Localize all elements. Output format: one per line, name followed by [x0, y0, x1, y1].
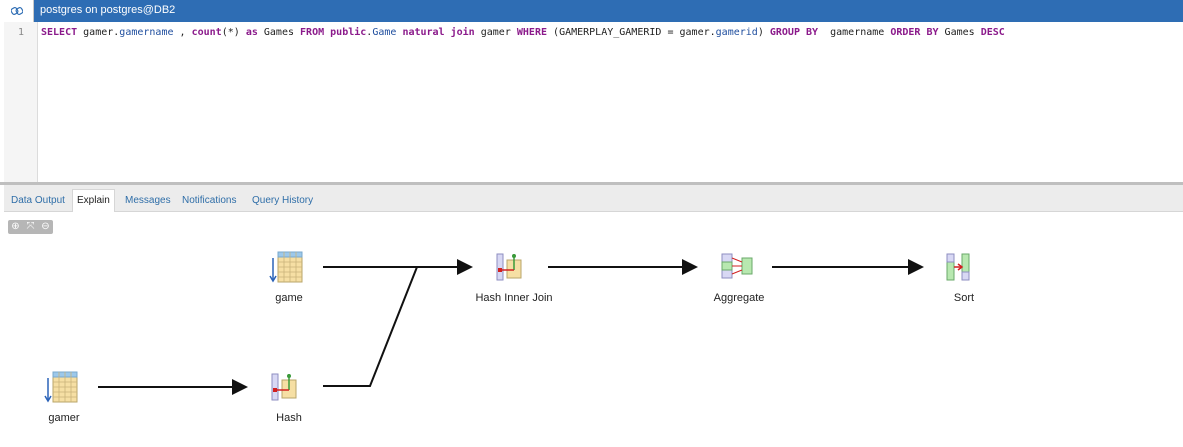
hash-join-icon[interactable] [496, 253, 522, 281]
plan-node-label: Sort [953, 292, 975, 304]
hash-icon[interactable] [271, 373, 297, 401]
plan-graph [44, 251, 970, 403]
plan-node-label: game [275, 292, 303, 304]
tab-explain[interactable]: Explain [72, 189, 115, 212]
explain-panel: ⊕ ⤧ ⊖ game gamer Hash Hash Inner Join Ag… [4, 212, 1183, 447]
tab-data-output[interactable]: Data Output [7, 190, 69, 212]
seq-scan-icon[interactable] [269, 251, 303, 283]
plan-node-label: Hash Inner Join [475, 292, 553, 304]
result-tabs: Data Output Explain Messages Notificatio… [4, 185, 1183, 212]
sql-code-line[interactable]: SELECT gamer.gamername , count(*) as Gam… [41, 27, 1005, 38]
seq-scan-icon[interactable] [44, 371, 78, 403]
sort-icon[interactable] [946, 253, 970, 281]
plan-node-label: Hash [276, 412, 302, 424]
line-number-gutter: 1 [4, 22, 38, 182]
aggregate-icon[interactable] [721, 253, 753, 279]
tab-query-history[interactable]: Query History [248, 190, 317, 212]
plan-node-label: gamer [48, 412, 80, 424]
tab-notifications[interactable]: Notifications [178, 190, 240, 212]
connection-icon[interactable] [0, 0, 34, 22]
sql-editor[interactable]: 1 SELECT gamer.gamername , count(*) as G… [4, 22, 1183, 182]
edge-hash-to-join [323, 266, 418, 387]
window-title: postgres on postgres@DB2 [40, 4, 176, 16]
plan-node-label: Aggregate [713, 292, 765, 304]
line-number: 1 [17, 27, 24, 38]
tab-messages[interactable]: Messages [121, 190, 175, 212]
window-title-bar: postgres on postgres@DB2 [0, 0, 1183, 22]
